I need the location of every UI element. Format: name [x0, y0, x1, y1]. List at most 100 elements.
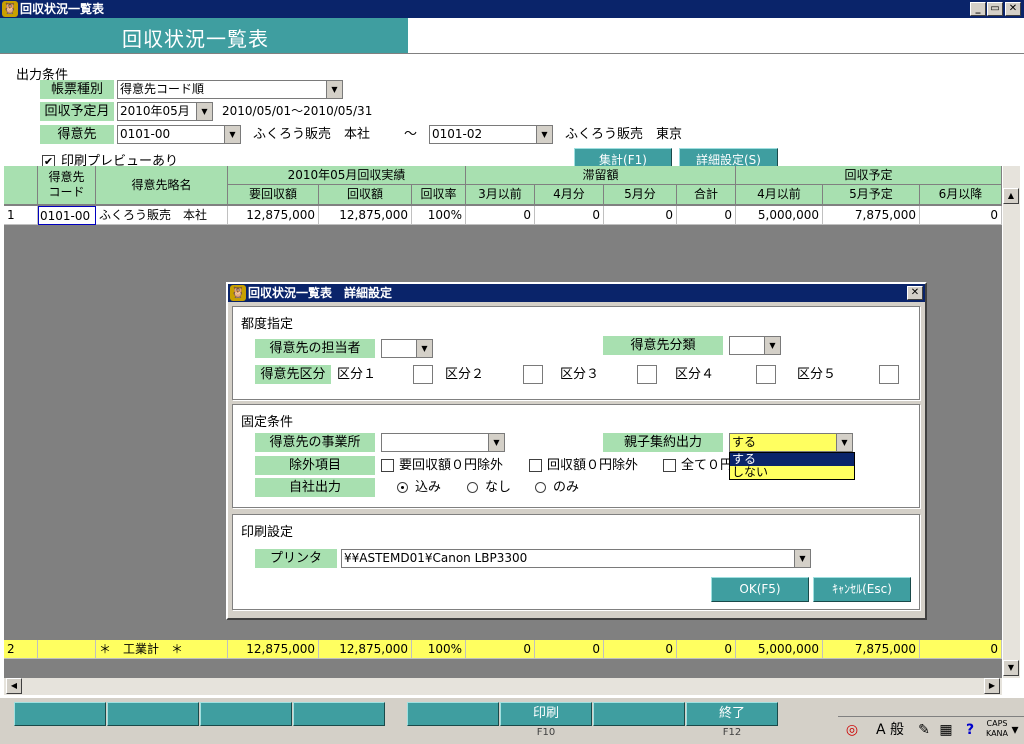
division-3-input[interactable]: [637, 365, 657, 384]
row-rate-cell[interactable]: 100%: [412, 206, 466, 225]
toolbox-icon[interactable]: ▦: [936, 720, 956, 740]
scroll-right-icon[interactable]: ▶: [984, 678, 1000, 694]
chevron-down-icon[interactable]: ▼: [488, 434, 504, 451]
due-month-select[interactable]: 2010年05月 ▼: [117, 102, 213, 121]
report-type-select[interactable]: 得意先コード順 ▼: [117, 80, 343, 99]
fkey-7-button[interactable]: [593, 702, 685, 726]
print-button[interactable]: 印刷: [500, 702, 592, 726]
fkey-5-button[interactable]: [407, 702, 499, 726]
chevron-down-icon[interactable]: ▼: [794, 550, 810, 567]
app-owl-icon: 🦉: [230, 285, 246, 301]
col-header-apr[interactable]: 4月分: [535, 185, 604, 205]
chevron-down-icon[interactable]: ▼: [416, 340, 432, 357]
division-4-label: 区分４: [675, 367, 715, 382]
col-header-required[interactable]: 要回収額: [228, 185, 319, 205]
division-1-input[interactable]: [413, 365, 433, 384]
customer-to-name: ふくろう販売 東京: [565, 127, 683, 142]
col-header-may-plan[interactable]: 5月予定: [823, 185, 920, 205]
due-month-range: 2010/05/01〜2010/05/31: [222, 104, 373, 118]
row-code-cell[interactable]: 0101-00: [38, 206, 96, 225]
exclude-collected-zero-checkbox[interactable]: [529, 459, 542, 472]
row-total-cell[interactable]: 0: [677, 206, 736, 225]
total-required-cell: 12,875,000: [228, 640, 319, 659]
minimize-button[interactable]: _: [970, 2, 986, 16]
maximize-button[interactable]: ▭: [987, 2, 1003, 16]
own-only-radio[interactable]: [535, 482, 546, 493]
division-1-label: 区分１: [337, 367, 377, 382]
fixed-conditions-section: 固定条件 得意先の事業所 ▼ 親子集約出力 する ▼ する しない 除外項目 要…: [232, 404, 920, 508]
col-header-total[interactable]: 合計: [677, 185, 736, 205]
col-header-rate[interactable]: 回収率: [412, 185, 466, 205]
chevron-down-icon[interactable]: ▼: [836, 434, 852, 451]
report-type-label: 帳票種別: [40, 80, 114, 99]
dictionary-icon[interactable]: ✎: [914, 720, 934, 740]
dialog-close-icon[interactable]: ✕: [907, 286, 923, 300]
close-button[interactable]: ✕: [1005, 2, 1021, 16]
fkey-1-button[interactable]: [14, 702, 106, 726]
exclude-required-zero-label: 要回収額０円除外: [399, 458, 504, 473]
chevron-down-icon[interactable]: ▼: [536, 126, 552, 143]
row-may-cell[interactable]: 0: [604, 206, 677, 225]
scroll-down-icon[interactable]: ▼: [1003, 660, 1019, 676]
row-after-jun-cell[interactable]: 0: [920, 206, 1002, 225]
division-5-input[interactable]: [879, 365, 899, 384]
exit-button[interactable]: 終了: [686, 702, 778, 726]
scroll-up-icon[interactable]: ▲: [1003, 188, 1019, 204]
help-icon[interactable]: ?: [960, 720, 980, 740]
col-header-name[interactable]: 得意先略名: [96, 166, 228, 205]
own-none-radio[interactable]: [467, 482, 478, 493]
row-may-plan-cell[interactable]: 7,875,000: [823, 206, 920, 225]
col-header-after-jun[interactable]: 6月以降: [920, 185, 1002, 205]
col-header-collected[interactable]: 回収額: [319, 185, 412, 205]
cancel-button[interactable]: ｷｬﾝｾﾙ(Esc): [813, 577, 911, 602]
exclude-all-zero-label: 全て０円: [681, 458, 734, 473]
scroll-left-icon[interactable]: ◀: [6, 678, 22, 694]
grid-horizontal-scrollbar[interactable]: ◀ ▶: [4, 678, 1002, 695]
col-header-before-mar[interactable]: 3月以前: [466, 185, 535, 205]
division-4-input[interactable]: [756, 365, 776, 384]
total-total-cell: 0: [677, 640, 736, 659]
chevron-down-icon[interactable]: ▼: [764, 337, 780, 354]
col-header-before-apr[interactable]: 4月以前: [736, 185, 823, 205]
customer-to-select[interactable]: 0101-02 ▼: [429, 125, 553, 144]
row-apr-cell[interactable]: 0: [535, 206, 604, 225]
customer-range-tilde: 〜: [404, 127, 418, 142]
own-include-radio[interactable]: [397, 482, 408, 493]
row-before-apr-cell[interactable]: 5,000,000: [736, 206, 823, 225]
col-group-actual: 2010年05月回収実績: [228, 166, 466, 185]
row-number: 1: [4, 206, 38, 225]
row-required-cell[interactable]: 12,875,000: [228, 206, 319, 225]
row-before-mar-cell[interactable]: 0: [466, 206, 535, 225]
customer-from-select[interactable]: 0101-00 ▼: [117, 125, 241, 144]
grid-vertical-scrollbar[interactable]: ▲ ▼: [1003, 166, 1020, 678]
total-apr-cell: 0: [535, 640, 604, 659]
ime-mode-indicator[interactable]: A 般: [868, 720, 912, 740]
ime-logo-icon[interactable]: ◎: [842, 720, 862, 740]
ok-button[interactable]: OK(F5): [711, 577, 809, 602]
col-header-code[interactable]: 得意先 コード: [38, 166, 96, 205]
row-collected-cell[interactable]: 12,875,000: [319, 206, 412, 225]
chevron-down-icon[interactable]: ▼: [326, 81, 342, 98]
tray-menu-icon[interactable]: ▾: [1008, 720, 1022, 740]
row-name-cell[interactable]: ふくろう販売 本社: [96, 206, 228, 225]
division-2-input[interactable]: [523, 365, 543, 384]
chevron-down-icon[interactable]: ▼: [196, 103, 212, 120]
office-label: 得意先の事業所: [255, 433, 375, 452]
fkey-2-button[interactable]: [107, 702, 199, 726]
option-no[interactable]: しない: [730, 466, 854, 479]
exclude-all-zero-checkbox[interactable]: [663, 459, 676, 472]
own-only-label: のみ: [553, 480, 580, 495]
chevron-down-icon[interactable]: ▼: [224, 126, 240, 143]
office-select[interactable]: ▼: [381, 433, 505, 452]
parent-child-select[interactable]: する ▼: [729, 433, 853, 452]
window-title: 回収状況一覧表: [20, 2, 105, 16]
fkey-4-button[interactable]: [293, 702, 385, 726]
printer-value: ¥¥ASTEMD01¥Canon LBP3300: [344, 551, 528, 565]
category-select[interactable]: ▼: [729, 336, 781, 355]
printer-select[interactable]: ¥¥ASTEMD01¥Canon LBP3300 ▼: [341, 549, 811, 568]
exclude-required-zero-checkbox[interactable]: [381, 459, 394, 472]
staff-select[interactable]: ▼: [381, 339, 433, 358]
col-header-may[interactable]: 5月分: [604, 185, 677, 205]
kana-indicator: KANA: [985, 729, 1009, 738]
fkey-3-button[interactable]: [200, 702, 292, 726]
